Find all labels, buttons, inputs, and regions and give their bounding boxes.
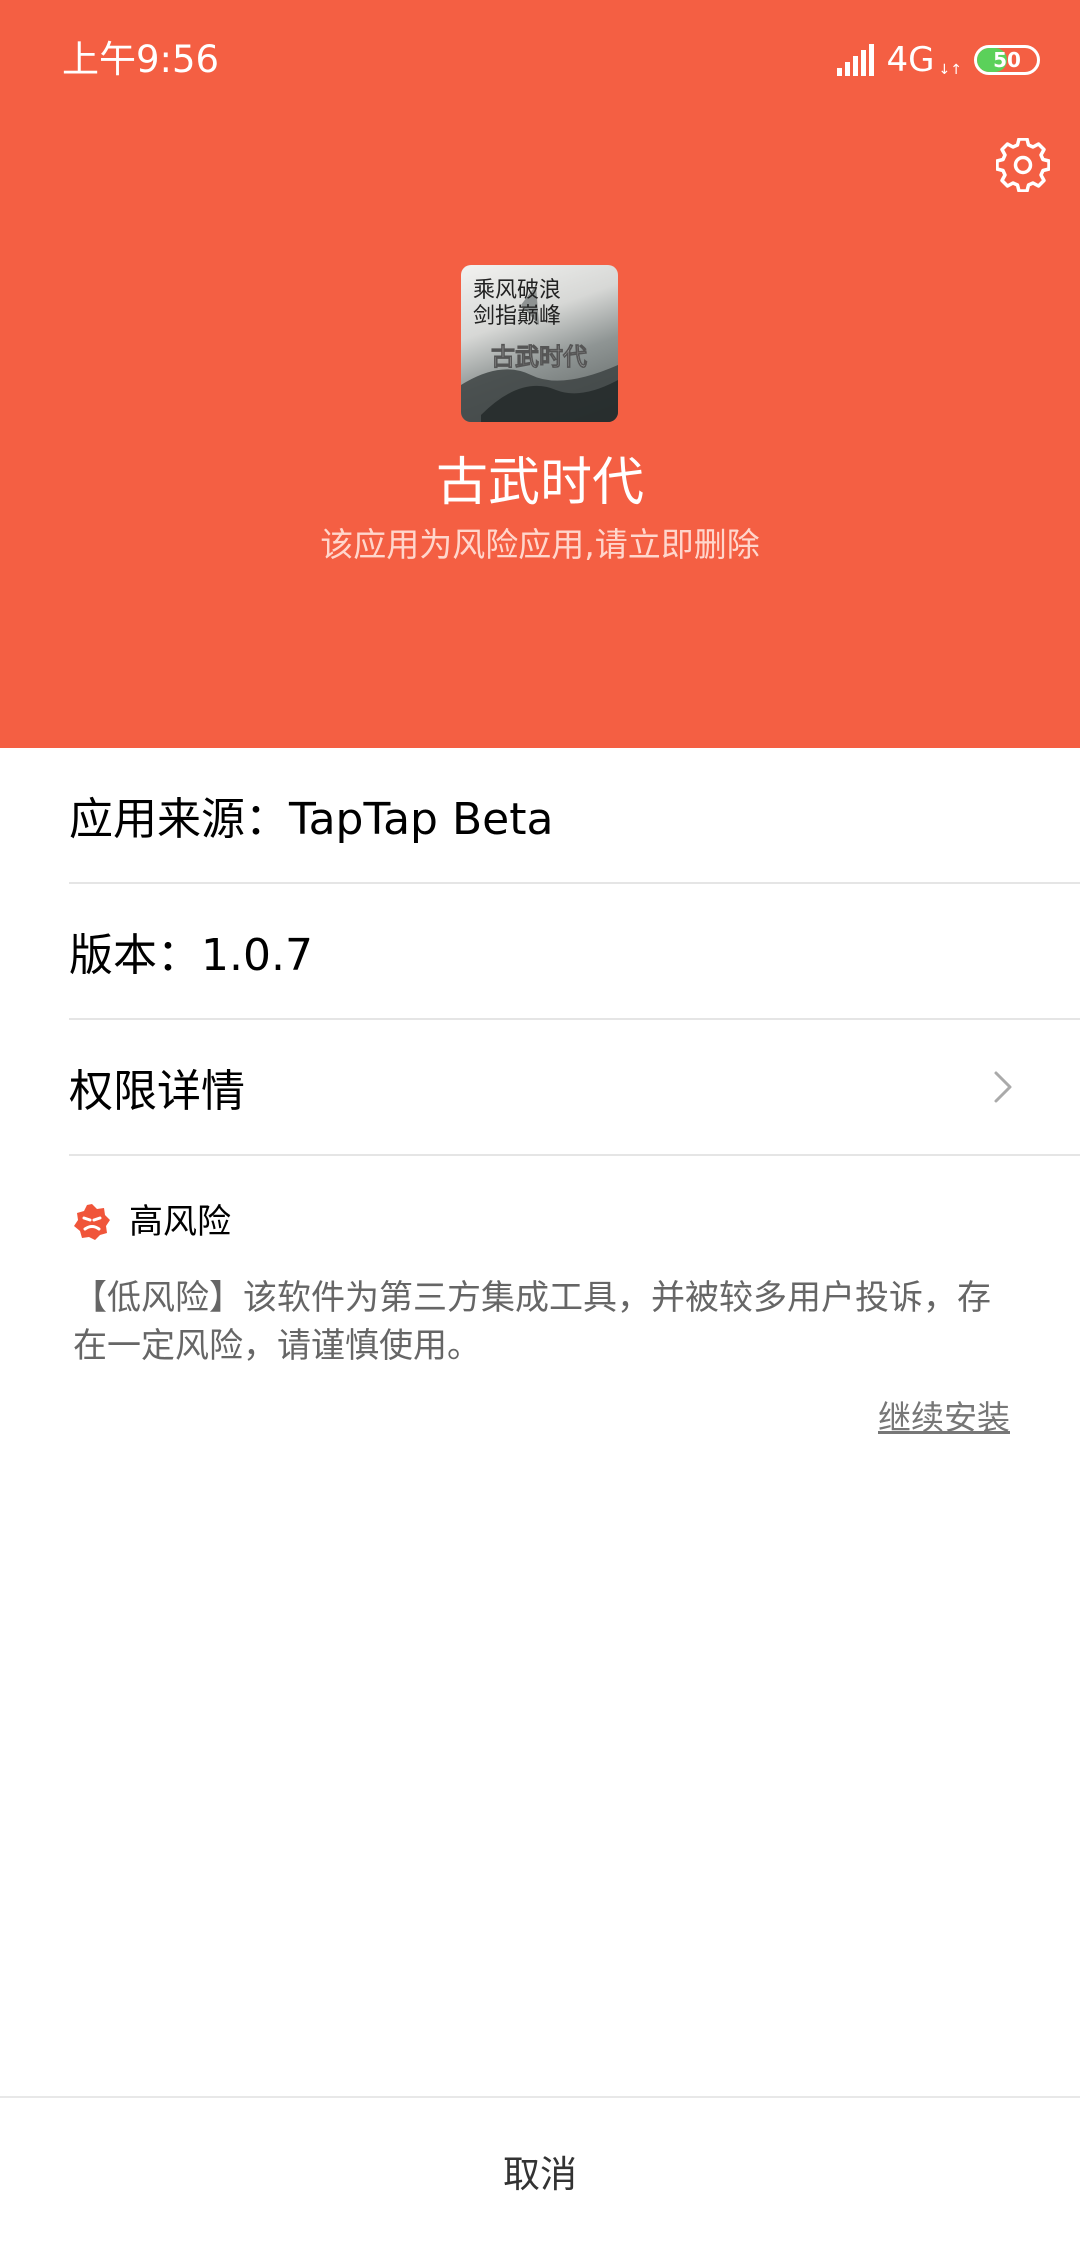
bottom-bar: 取消: [0, 2096, 1080, 2244]
permission-details-label: 权限详情: [69, 1066, 245, 1117]
risk-level-label: 高风险: [129, 1202, 231, 1242]
permission-details-row[interactable]: 权限详情: [69, 1020, 1080, 1156]
risk-warning-text: 该应用为风险应用,请立即删除: [320, 525, 760, 564]
chevron-right-icon: [994, 1071, 1012, 1103]
app-source-label: 应用来源：TapTap Beta: [69, 794, 554, 845]
risk-badge-icon: [74, 1204, 110, 1240]
svg-text:剑指巅峰: 剑指巅峰: [473, 304, 561, 329]
cancel-button[interactable]: 取消: [0, 2098, 1080, 2244]
continue-install-link[interactable]: 继续安装: [878, 1396, 1010, 1440]
battery-percentage: 50: [993, 48, 1021, 72]
risk-description: 【低风险】该软件为第三方集成工具，并被较多用户投诉，存在一定风险，请谨慎使用。: [73, 1278, 991, 1366]
app-source-row: 应用来源：TapTap Beta: [69, 748, 1080, 884]
version-row: 版本：1.0.7: [69, 884, 1080, 1020]
svg-text:古武时代: 古武时代: [491, 343, 587, 371]
app-name: 古武时代: [435, 453, 644, 513]
network-type: 4G: [886, 40, 935, 80]
battery-icon: 50: [974, 45, 1040, 75]
app-header: 上午9:56 4G ↓↑ 50 乘风破浪 剑指巅峰 古武时代 古武时代 该应用为…: [0, 0, 1080, 748]
network-activity-icon: ↓↑: [938, 62, 962, 78]
status-indicators: 4G ↓↑ 50: [836, 38, 1040, 82]
signal-bars-icon: [836, 44, 877, 76]
version-label: 版本：1.0.7: [69, 930, 313, 981]
risk-level-header: 高风险: [73, 1198, 231, 1246]
game-app-icon: 乘风破浪 剑指巅峰 古武时代: [461, 265, 618, 422]
status-time: 上午9:56: [62, 38, 220, 81]
svg-text:乘风破浪: 乘风破浪: [473, 278, 561, 303]
gear-icon[interactable]: [996, 138, 1050, 192]
